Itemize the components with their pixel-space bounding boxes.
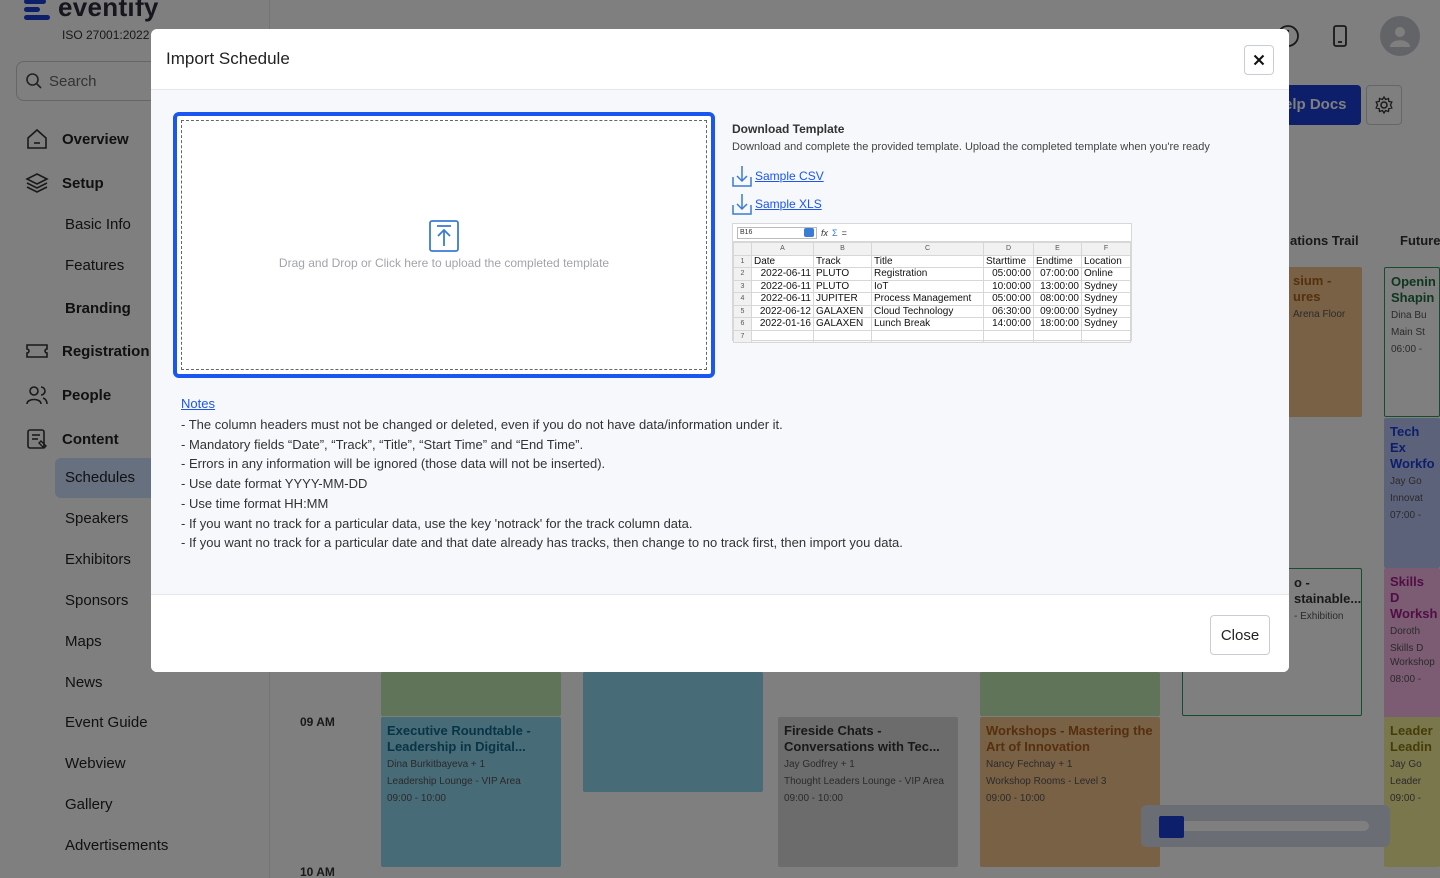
sheet-cell: 10:00:00: [983, 279, 1034, 293]
sheet-row-number: 1: [733, 254, 752, 268]
sample-xls-label[interactable]: Sample XLS: [755, 197, 822, 211]
sheet-cell: Endtime: [1033, 254, 1082, 268]
sheet-cell: 2022-06-12: [751, 304, 814, 318]
template-description: Download and complete the provided templ…: [732, 141, 1210, 153]
notes-link[interactable]: Notes: [181, 396, 903, 411]
sheet-cell: GALAXEN: [813, 317, 872, 331]
sample-xls-link[interactable]: Sample XLS: [732, 193, 1210, 215]
sheet-row: 5 2022-06-12 GALAXEN Cloud Technology 06:30:…: [733, 304, 1131, 318]
note-item: - Use time format HH:MM: [181, 495, 329, 511]
formula-fx-icon: fx: [821, 227, 829, 238]
sheet-row: 1 Date Track Title Starttime Endtime Location: [733, 254, 1131, 268]
dropzone-area[interactable]: Drag and Drop or Click here to upload th…: [181, 120, 707, 370]
sheet-column-letters: A B C D E F: [733, 242, 1131, 256]
sheet-cell: Sydney: [1081, 292, 1131, 306]
modal-title: Import Schedule: [166, 49, 290, 68]
note-item: - If you want no track for a particular …: [181, 515, 693, 531]
sheet-row: 4 2022-06-11 JUPITER Process Management 05:0…: [733, 292, 1131, 306]
sheet-row-number: 4: [733, 292, 752, 306]
note-item: - If you want no track for a particular …: [181, 535, 903, 551]
template-preview-image: B16 fx Σ = A B C D E F 1 Date Track Title St…: [732, 223, 1132, 343]
cell-name-box: B16: [737, 226, 817, 239]
sheet-row-number: 5: [733, 304, 752, 318]
sheet-cell: Date: [751, 254, 814, 268]
sheet-row: 7: [733, 329, 1131, 343]
sheet-row-number: 6: [733, 317, 752, 331]
file-dropzone[interactable]: Drag and Drop or Click here to upload th…: [173, 112, 715, 378]
sheet-cell: Process Management: [871, 292, 984, 306]
sheet-row: 2 2022-06-11 PLUTO Registration 05:00:00 07:0…: [733, 267, 1131, 281]
modal-body: Drag and Drop or Click here to upload th…: [151, 90, 1289, 594]
modal-close-button[interactable]: [1244, 45, 1274, 75]
sheet-cell: Lunch Break: [871, 317, 984, 331]
sheet-cell: [871, 329, 984, 343]
upload-icon: [429, 220, 459, 252]
sample-csv-link[interactable]: Sample CSV: [732, 165, 1210, 187]
sheet-cell: [751, 329, 814, 343]
download-icon: [732, 194, 752, 215]
sheet-cell: PLUTO: [813, 267, 872, 281]
sheet-formula-bar: B16 fx Σ =: [733, 224, 1131, 242]
sheet-cell: Sydney: [1081, 279, 1131, 293]
sheet-cell: 05:00:00: [983, 292, 1034, 306]
sheet-cell: PLUTO: [813, 279, 872, 293]
sheet-cell: Sydney: [1081, 304, 1131, 318]
sheet-cell: 2022-01-16: [751, 317, 814, 331]
sheet-cell: 18:00:00: [1033, 317, 1082, 331]
sheet-cell: 09:00:00: [1033, 304, 1082, 318]
dropzone-hint: Drag and Drop or Click here to upload th…: [278, 256, 610, 270]
sheet-cell: 13:00:00: [1033, 279, 1082, 293]
sheet-cell: JUPITER: [813, 292, 872, 306]
note-item: - Use date format YYYY-MM-DD: [181, 476, 368, 492]
sheet-cell: Cloud Technology: [871, 304, 984, 318]
sheet-row: 3 2022-06-11 PLUTO IoT 10:00:00 13:00:00 Sydne…: [733, 279, 1131, 293]
download-icon: [732, 166, 752, 187]
note-item: - Mandatory fields “Date”, “Track”, “Tit…: [181, 436, 584, 452]
sheet-grid: A B C D E F 1 Date Track Title Starttime Endt…: [733, 242, 1131, 343]
sheet-row-number: 7: [733, 329, 752, 343]
close-icon: [1253, 54, 1265, 66]
sheet-cell: 05:00:00: [983, 267, 1034, 281]
sheet-cell: 06:30:00: [983, 304, 1034, 318]
close-button[interactable]: Close: [1210, 615, 1270, 655]
sheet-cell: 08:00:00: [1033, 292, 1082, 306]
template-title: Download Template: [732, 122, 845, 136]
sheet-cell: 2022-06-11: [751, 279, 814, 293]
sheet-cell: GALAXEN: [813, 304, 872, 318]
sheet-cell: Location: [1081, 254, 1131, 268]
note-item: - The column headers must not be changed…: [181, 417, 783, 432]
sheet-cell: 07:00:00: [1033, 267, 1082, 281]
sheet-cell: [1081, 329, 1131, 343]
sheet-cell: 2022-06-11: [751, 267, 814, 281]
sheet-cell: [813, 329, 872, 343]
sheet-cell: [983, 329, 1034, 343]
download-template-section: Download Template Download and complete …: [732, 122, 1210, 215]
sheet-cell: Track: [813, 254, 872, 268]
modal-header: Import Schedule: [151, 29, 1289, 90]
notes-section: Notes - The column headers must not be c…: [181, 396, 903, 553]
import-schedule-modal: Import Schedule Drag and Drop or Click h…: [151, 29, 1289, 672]
dropdown-icon: [804, 228, 814, 237]
sheet-cell: IoT: [871, 279, 984, 293]
sheet-cell: 2022-06-11: [751, 292, 814, 306]
sheet-cell: 14:00:00: [983, 317, 1034, 331]
sheet-cell: Online: [1081, 267, 1131, 281]
sheet-cell: Registration: [871, 267, 984, 281]
sheet-cell: Starttime: [983, 254, 1034, 268]
formula-equals-icon: =: [841, 227, 847, 238]
sheet-row-number: 2: [733, 267, 752, 281]
sample-csv-label[interactable]: Sample CSV: [755, 169, 824, 183]
modal-footer: Close: [151, 594, 1289, 672]
sheet-cell: Title: [871, 254, 984, 268]
note-item: - Errors in any information will be igno…: [181, 456, 606, 472]
sheet-cell: [1033, 329, 1082, 343]
sheet-row-number: 3: [733, 279, 752, 293]
formula-sum-icon: Σ: [832, 227, 838, 238]
sheet-cell: Sydney: [1081, 317, 1131, 331]
sheet-row: 6 2022-01-16 GALAXEN Lunch Break 14:00:00 18:…: [733, 317, 1131, 331]
